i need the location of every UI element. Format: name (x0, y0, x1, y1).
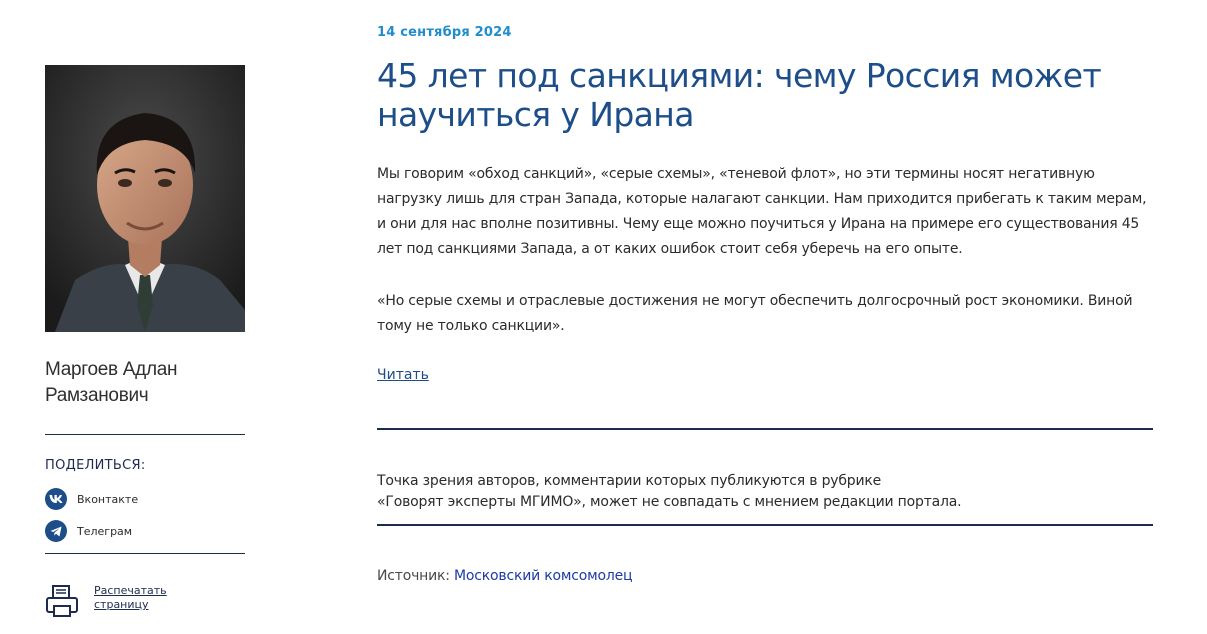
author-photo (45, 65, 245, 332)
source-row: Источник: Московский комсомолец (377, 568, 1153, 584)
vk-icon (45, 488, 67, 510)
article-date: 14 сентября 2024 (377, 25, 512, 40)
author-name: Маргоев Адлан Рамзанович (45, 357, 245, 409)
article-lead: Мы говорим «обход санкций», «серые схемы… (377, 166, 1147, 257)
printer-icon (45, 584, 79, 618)
author-name-line1: Маргоев Адлан (45, 359, 178, 380)
telegram-icon (45, 520, 67, 542)
article-title: 45 лет под санкциями: чему Россия может … (377, 56, 1102, 134)
share-list: Вконтакте Телеграм (45, 487, 245, 543)
share-telegram-button[interactable]: Телеграм (45, 519, 245, 543)
source-link[interactable]: Московский комсомолец (454, 568, 632, 584)
share-vk-button[interactable]: Вконтакте (45, 487, 245, 511)
source-label: Источник: (377, 568, 455, 584)
article-quote: «Но серые схемы и отраслевые достижения … (377, 293, 1133, 334)
share-vk-label: Вконтакте (77, 492, 139, 506)
print-page-label: Распечатать страницу (94, 584, 167, 611)
page: Маргоев Адлан Рамзанович ПОДЕЛИТЬСЯ: Вко… (0, 0, 1207, 634)
print-page-button[interactable]: Распечатать страницу (45, 584, 245, 618)
author-name-line2: Рамзанович (45, 385, 149, 406)
article-divider-top (377, 428, 1153, 430)
disclaimer-line2: «Говорят эксперты МГИМО», может не совпа… (377, 494, 962, 510)
sidebar-divider (45, 434, 245, 435)
article-divider-bottom (377, 524, 1153, 526)
author-sidebar: Маргоев Адлан Рамзанович ПОДЕЛИТЬСЯ: Вко… (45, 65, 245, 618)
disclaimer: Точка зрения авторов, комментарии которы… (377, 471, 1153, 513)
read-link[interactable]: Читать (377, 367, 429, 383)
share-telegram-label: Телеграм (77, 524, 133, 538)
share-title: ПОДЕЛИТЬСЯ: (45, 458, 146, 473)
article-main: 14 сентября 2024 45 лет под санкциями: ч… (377, 25, 1153, 584)
author-portrait-icon (45, 65, 245, 332)
disclaimer-line1: Точка зрения авторов, комментарии которы… (377, 473, 882, 489)
sidebar-divider-bottom (45, 553, 245, 554)
